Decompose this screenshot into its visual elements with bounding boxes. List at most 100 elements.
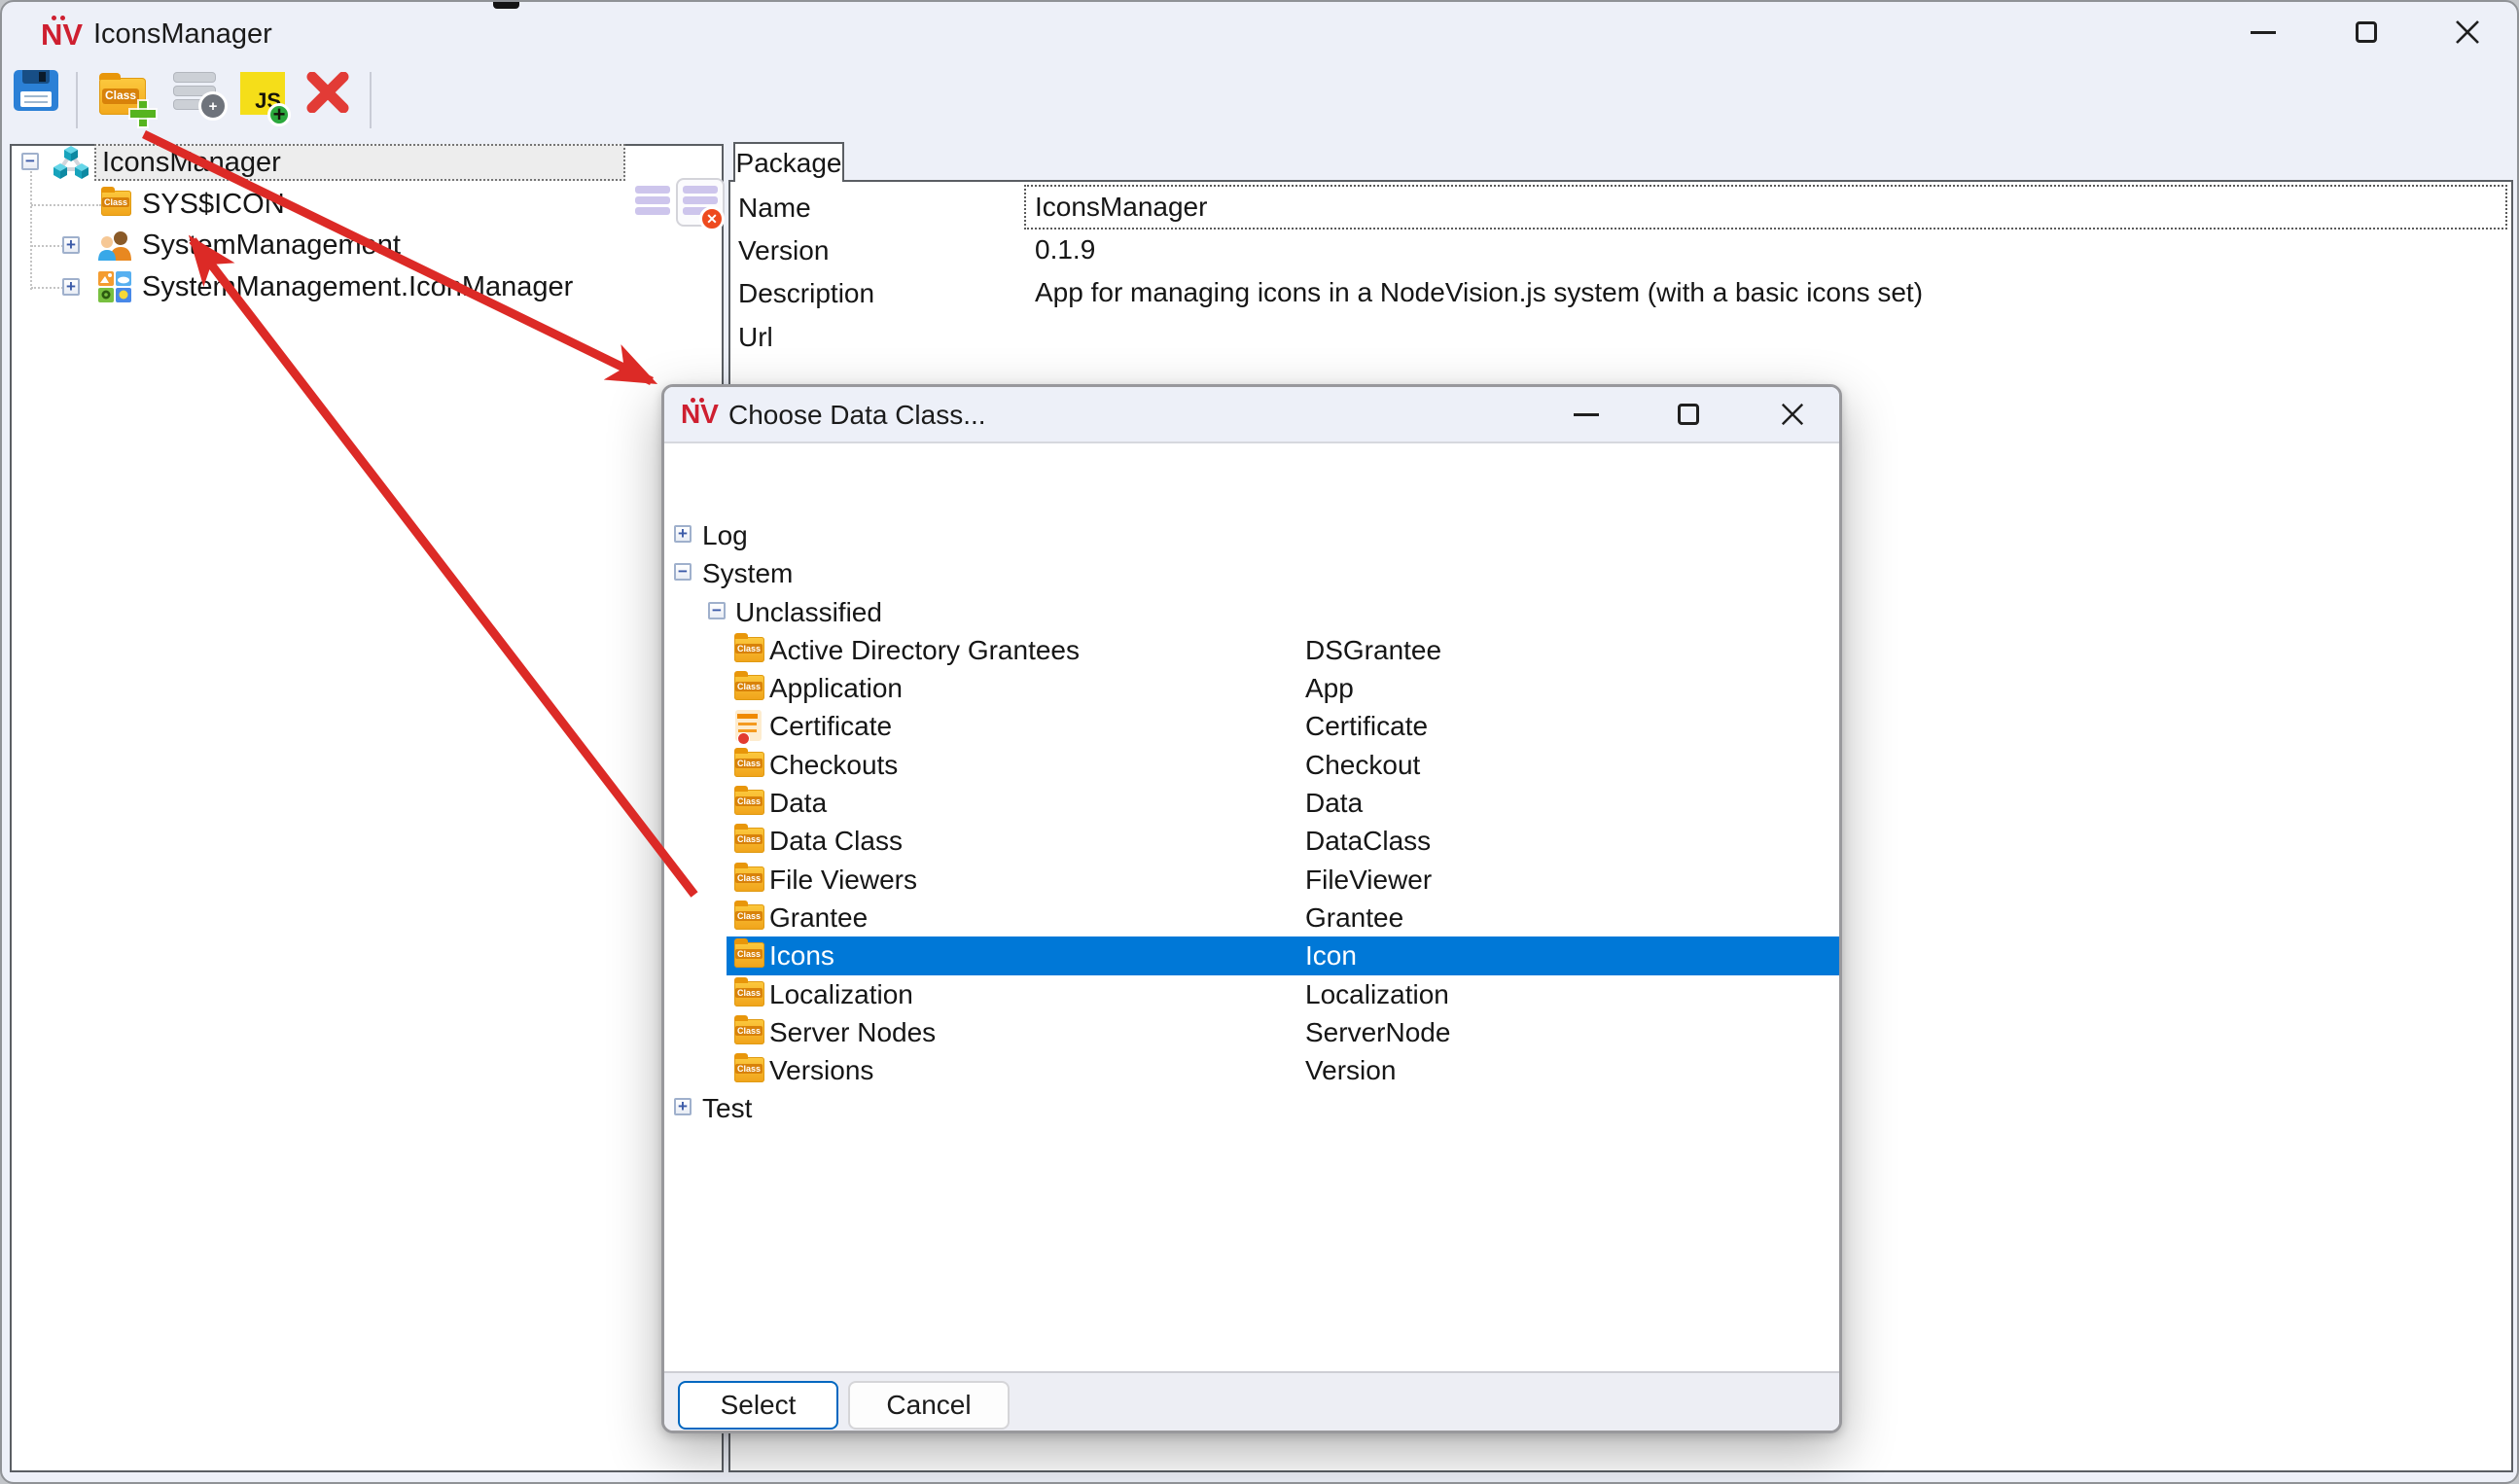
dialog-tree-row[interactable]: + Log [666, 516, 1839, 554]
expander-icon[interactable]: + [62, 278, 80, 296]
dialog-tree-row-selected[interactable]: Class Icons Icon [666, 936, 1839, 974]
js-add-icon: JS + [240, 72, 285, 115]
dialog-tree-row[interactable]: Class Grantee Grantee [666, 899, 1839, 936]
list-rows-icon[interactable] [635, 186, 670, 218]
database-add-icon: + [173, 72, 220, 115]
close-button[interactable] [2435, 2, 2500, 62]
class-icon: Class [734, 904, 764, 930]
tree-connector [30, 171, 32, 290]
app-cubes-icon [52, 144, 90, 181]
titlebar: NV IconsManager [2, 2, 2517, 66]
screen: NV IconsManager Class [0, 0, 2519, 1484]
class-icon: Class [734, 675, 764, 700]
expander-icon[interactable]: + [674, 1098, 692, 1115]
field-value-version[interactable]: 0.1.9 [1035, 231, 1095, 268]
floppy-save-icon [14, 70, 58, 111]
list-rows-delete-button[interactable]: ✕ [676, 178, 725, 227]
dialog-tree-row[interactable]: Class Data Class DataClass [666, 822, 1839, 860]
dialog-tree-row[interactable]: Class Checkouts Checkout [666, 746, 1839, 784]
main-window: NV IconsManager Class [0, 0, 2519, 1484]
expander-icon[interactable]: + [62, 236, 80, 254]
expander-icon[interactable]: − [674, 563, 692, 581]
select-button[interactable]: Select [678, 1381, 838, 1430]
dialog-tree-row[interactable]: − Unclassified [666, 593, 1839, 631]
class-folder-add-icon: Class [99, 78, 146, 115]
class-icon: Class [734, 1057, 764, 1082]
class-icon-label: Class [735, 644, 763, 654]
maximize-icon [1678, 404, 1699, 425]
class-icon-label: Class [735, 682, 763, 691]
nv-logo-icon: NV [41, 19, 83, 50]
explorer-panel [10, 144, 724, 1472]
expander-icon[interactable]: + [674, 525, 692, 543]
tree-item-systemmanagement[interactable]: SystemManagement [142, 227, 401, 264]
dialog-tree-row[interactable]: Certificate Certificate [666, 707, 1839, 745]
choose-data-class-dialog: NV Choose Data Class... + Log − [661, 384, 1842, 1433]
dialog-tree: + Log − System − Unclassified Class Acti… [664, 445, 1839, 1371]
field-label-name: Name [738, 190, 811, 227]
expander-icon[interactable]: − [708, 602, 726, 619]
users-icon [97, 230, 132, 261]
class-icon-label: Class [735, 1026, 763, 1036]
toolbar: Class + JS + [2, 66, 2517, 138]
dialog-tree-row[interactable]: Class Active Directory Grantees DSGrante… [666, 631, 1839, 669]
dialog-titlebar: NV Choose Data Class... [664, 387, 1839, 443]
add-plus-circle-icon: + [198, 91, 228, 121]
save-button[interactable] [14, 70, 58, 111]
dialog-tree-row[interactable]: Class Versions Version [666, 1051, 1839, 1089]
name-input[interactable] [1024, 185, 2507, 230]
minimize-button[interactable] [2231, 2, 2295, 62]
field-label-version: Version [738, 232, 829, 269]
class-icon-label: Class [735, 988, 763, 998]
class-icon-label: Class [735, 796, 763, 806]
class-icon: Class [734, 637, 764, 662]
tree-item-iconsmanager[interactable]: IconsManager [102, 144, 281, 181]
field-value-description[interactable]: App for managing icons in a NodeVision.j… [1035, 274, 1923, 311]
certificate-icon [735, 710, 762, 741]
field-value-name[interactable]: IconsManager [1035, 189, 1207, 226]
class-icon: Class [734, 981, 764, 1007]
class-icon-label: Class [735, 949, 763, 959]
class-icon-label: Class [735, 1064, 763, 1074]
dialog-tree-row[interactable]: + Test [666, 1089, 1839, 1127]
dialog-tree-row[interactable]: Class Data Data [666, 784, 1839, 822]
add-script-button[interactable]: JS + [240, 72, 285, 115]
tab-package[interactable]: Package [733, 142, 844, 182]
delete-button[interactable] [305, 72, 350, 118]
nv-logo-icon: NV [681, 401, 719, 428]
class-icon-label: Class [735, 759, 763, 768]
add-table-button[interactable]: + [173, 72, 220, 115]
icon-set-grid-icon [98, 271, 131, 302]
class-icon: Class [734, 752, 764, 777]
add-class-button[interactable]: Class [99, 78, 146, 115]
dialog-tree-row[interactable]: Class Application App [666, 669, 1839, 707]
class-icon: Class [734, 828, 764, 853]
class-icon-label: Class [735, 911, 763, 921]
close-icon [1780, 402, 1805, 427]
dialog-tree-row[interactable]: Class Server Nodes ServerNode [666, 1013, 1839, 1051]
remove-badge-icon: ✕ [699, 206, 725, 231]
class-icon-label: Class [102, 197, 129, 207]
tree-item-sysicon[interactable]: SYS$ICON [142, 186, 285, 223]
class-icon: Class [734, 942, 764, 968]
screen-notch-artifact [493, 2, 519, 9]
dialog-close-button[interactable] [1760, 384, 1825, 444]
tree-item-systemmanagement-iconmanager[interactable]: SystemManagement.IconManager [142, 268, 573, 305]
tree-connector [31, 245, 63, 247]
class-icon: Class [734, 790, 764, 815]
maximize-icon [2356, 21, 2377, 43]
dialog-footer: Select Cancel [664, 1371, 1839, 1431]
class-icon: Class [734, 866, 764, 892]
close-icon [2454, 18, 2481, 46]
dialog-tree-row[interactable]: Class File Viewers FileViewer [666, 861, 1839, 899]
dialog-tree-row[interactable]: Class Localization Localization [666, 975, 1839, 1013]
dialog-maximize-button[interactable] [1656, 384, 1721, 444]
class-icon: Class [734, 1019, 764, 1044]
dialog-minimize-button[interactable] [1554, 384, 1618, 444]
maximize-button[interactable] [2334, 2, 2398, 62]
minimize-icon [1574, 413, 1599, 416]
dialog-tree-row[interactable]: − System [666, 554, 1839, 592]
cancel-button[interactable]: Cancel [848, 1381, 1010, 1430]
expander-icon[interactable]: − [21, 153, 39, 170]
field-label-url: Url [738, 319, 773, 356]
